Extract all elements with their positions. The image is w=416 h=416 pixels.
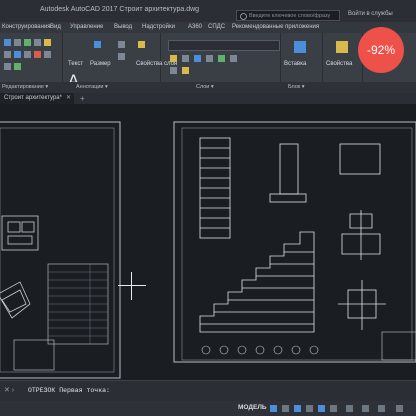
close-icon[interactable]: ✕ [66,93,71,104]
crosshair-vertical [131,272,132,300]
offset-icon[interactable] [4,63,11,70]
tab-addins[interactable]: Надстройки [142,24,175,30]
polar-icon[interactable] [306,405,313,412]
ribbon-tabs: Конструирования Вид Управление Вывод Над… [0,22,416,33]
fullscreen-icon[interactable] [378,405,385,412]
drawing-svg [0,121,416,379]
annotation-scale-icon[interactable] [346,405,353,412]
search-input[interactable]: Введите ключевое слово/фразу [236,10,340,21]
panel-annotation[interactable]: Аннотации ▾ [76,84,108,90]
leader-icon[interactable] [118,41,125,48]
search-icon [240,13,247,20]
doc-tab[interactable]: Строит архитектура* [0,93,74,104]
snap-icon[interactable] [282,405,289,412]
command-prompt-text: ОТРЕЗОК Первая точка: [28,387,110,394]
layer-thaw-icon[interactable] [182,67,189,74]
rotate-icon[interactable] [34,39,41,46]
sign-in-link[interactable]: Войти в службы [348,11,393,17]
stepped-elevation [199,231,315,333]
search-placeholder: Введите ключевое слово/фразу [249,13,331,19]
layer-isolate-icon[interactable] [230,55,237,62]
properties-button-label[interactable]: Свойства [326,61,352,67]
erase-icon[interactable] [34,51,41,58]
stamp-left [13,339,55,371]
grid-icon[interactable] [270,405,277,412]
table-icon[interactable] [118,53,125,60]
explode-icon[interactable] [14,63,21,70]
layer-on-icon[interactable] [170,55,177,62]
layer-props-icon[interactable] [138,41,145,48]
move-icon[interactable] [4,39,11,46]
text-button-label[interactable]: Текст [68,61,83,67]
detail-nodes [269,143,386,330]
properties-icon[interactable] [336,41,348,53]
crosshair-horizontal [118,285,146,286]
stretch-icon[interactable] [24,39,31,46]
title-bar: Autodesk AutoCAD 2017 Строит архитектура… [0,0,416,22]
tab-output[interactable]: Вывод [114,24,132,30]
ortho-icon[interactable] [294,405,301,412]
layer-current-icon[interactable] [218,55,225,62]
tab-view[interactable]: Вид [50,24,61,30]
array-icon[interactable] [44,51,51,58]
insert-block-icon[interactable] [294,41,306,53]
layer-lock-icon[interactable] [194,55,201,62]
tab-design[interactable]: Конструирования [2,24,51,30]
drawing-canvas[interactable] [0,104,416,380]
panel-layers[interactable]: Слои ▾ [196,84,214,90]
customize-icon[interactable] [396,405,403,412]
layer-off-icon[interactable] [170,67,177,74]
tab-a360[interactable]: A360 [188,24,202,30]
status-bar: МОДЕЛЬ [0,401,416,416]
workspace-icon[interactable] [362,405,369,412]
table-lines [48,264,108,344]
mirror-icon[interactable] [44,39,51,46]
model-space-button[interactable]: МОДЕЛЬ [238,404,267,411]
command-close-icon[interactable]: ✕ › [4,386,14,394]
layer-match-icon[interactable] [206,55,213,62]
floor-plan-left [0,215,39,319]
new-tab-icon[interactable]: + [80,93,85,104]
document-tabs: Строит архитектура* ✕ + [0,93,416,104]
dimension-button-label[interactable]: Размер [90,61,111,67]
tab-featured-apps[interactable]: Рекомендованные приложения [232,24,319,30]
copy-icon[interactable] [14,39,21,46]
panel-block[interactable]: Блок ▾ [288,84,305,90]
layer-dropdown[interactable] [168,40,280,51]
layer-freeze-icon[interactable] [182,55,189,62]
osnap-icon[interactable] [318,405,325,412]
tab-manage[interactable]: Управление [70,24,103,30]
panel-modify[interactable]: Редактирование ▾ [2,84,48,90]
fillet-icon[interactable] [24,51,31,58]
tab-spds[interactable]: СПДС [208,24,225,30]
trim-icon[interactable] [14,51,21,58]
doc-tab-label: Строит архитектура* [4,95,62,101]
ribbon-panel-titles: Редактирование ▾ Аннотации ▾ Слои ▾ Блок… [0,82,416,93]
command-line[interactable]: ✕ › ОТРЕЗОК Первая точка: [0,380,416,402]
section-building [199,137,231,239]
zoom-badge: -92% [358,27,404,73]
axis-bubbles [201,345,319,355]
lineweight-icon[interactable] [330,405,337,412]
scale-icon[interactable] [4,51,11,58]
insert-button-label[interactable]: Вставка [284,61,306,67]
window-title: Autodesk AutoCAD 2017 Строит архитектура… [40,6,200,13]
stamp-right [381,331,416,361]
dimension-icon[interactable] [94,41,101,48]
